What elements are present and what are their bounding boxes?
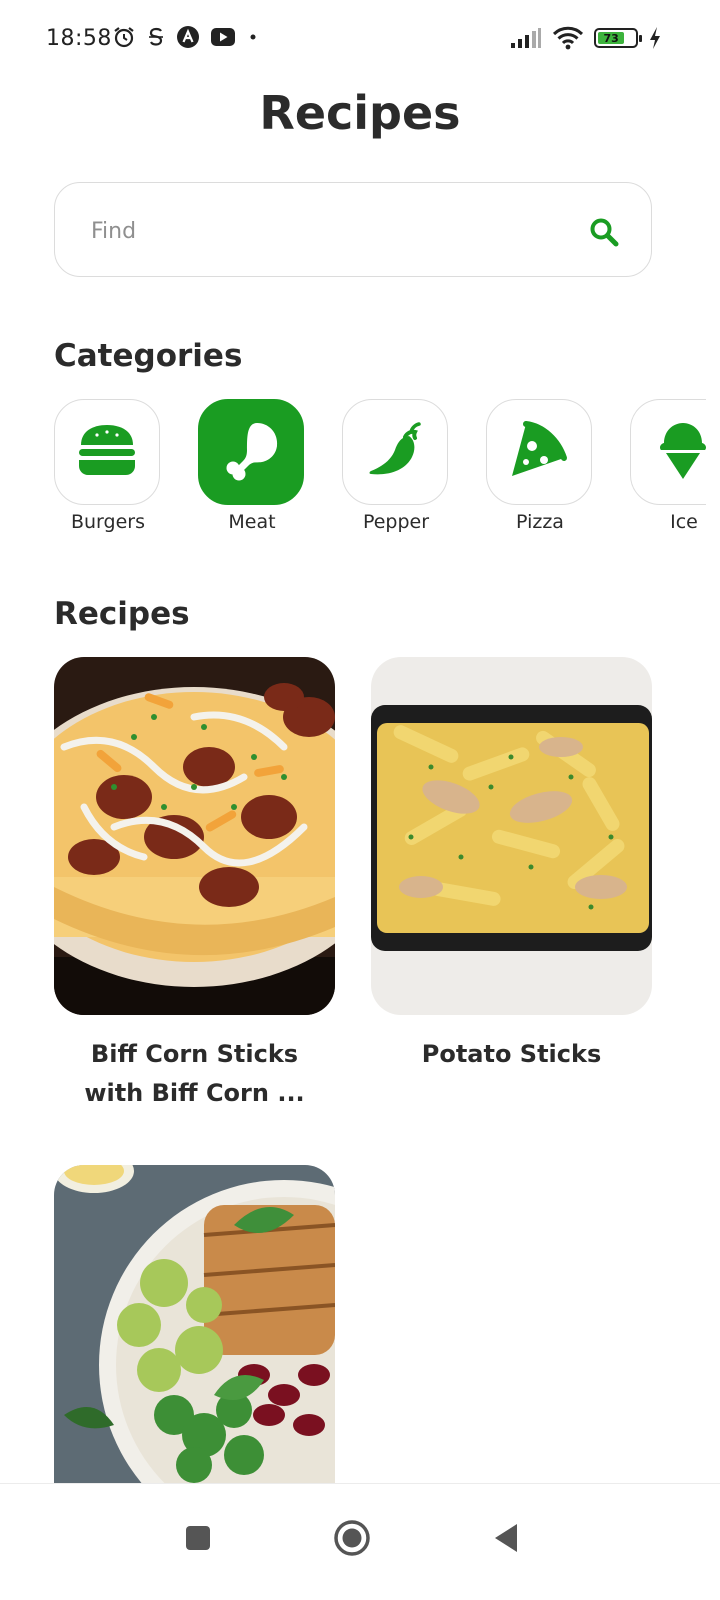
- signal-icon: [510, 27, 542, 49]
- a-badge-icon: [176, 25, 200, 49]
- categories-list[interactable]: Burgers Meat Pepper Pizza Ice: [54, 399, 706, 539]
- alarm-icon: [112, 25, 136, 49]
- recipe-card[interactable]: [54, 1165, 335, 1483]
- recipe-image[interactable]: [54, 1165, 335, 1483]
- s-badge-icon: [146, 25, 166, 49]
- category-label: Pizza: [516, 511, 564, 533]
- wifi-icon: [552, 26, 584, 50]
- charging-icon: [648, 26, 662, 50]
- category-ice[interactable]: Ice: [630, 399, 706, 533]
- category-burgers[interactable]: Burgers: [54, 399, 162, 533]
- recipe-title: Biff Corn Sticks with Biff Corn ...: [84, 1040, 305, 1107]
- page-title: Recipes: [259, 86, 461, 140]
- category-label: Ice: [670, 511, 698, 533]
- system-nav-bar: [0, 1483, 720, 1600]
- category-label: Burgers: [70, 511, 145, 533]
- burger-icon: [77, 423, 137, 481]
- recipes-title: Recipes: [54, 596, 190, 632]
- category-meat[interactable]: Meat: [198, 399, 306, 533]
- recipe-image[interactable]: [371, 657, 652, 1015]
- pizza-slice-icon: [508, 420, 570, 484]
- category-pepper[interactable]: Pepper: [342, 399, 450, 533]
- recipe-image[interactable]: [54, 657, 335, 1015]
- recipes-screen: 18:58 73 Recipes Find Categories Burgers…: [0, 0, 720, 1600]
- category-label: Meat: [228, 511, 276, 533]
- drumstick-icon: [219, 418, 283, 486]
- battery-icon: 73: [594, 28, 642, 48]
- status-bar: 18:58 73: [0, 0, 720, 78]
- back-triangle-icon[interactable]: [478, 1510, 534, 1566]
- dot-icon: [246, 25, 260, 49]
- status-time: 18:58: [46, 26, 112, 51]
- search-bar[interactable]: [54, 182, 652, 277]
- battery-level: 73: [598, 32, 625, 45]
- ice-cream-icon: [658, 419, 706, 485]
- home-circle-icon[interactable]: [324, 1510, 380, 1566]
- recents-square-icon[interactable]: [170, 1510, 226, 1566]
- recipe-card[interactable]: Potato Sticks: [371, 657, 652, 1074]
- youtube-icon: [210, 26, 236, 48]
- search-icon[interactable]: [587, 215, 621, 249]
- recipe-title: Potato Sticks: [421, 1040, 602, 1068]
- recipe-card[interactable]: Biff Corn Sticks with Biff Corn ...: [54, 657, 335, 1113]
- chili-pepper-icon: [365, 420, 425, 484]
- categories-title: Categories: [54, 338, 243, 374]
- category-pizza[interactable]: Pizza: [486, 399, 594, 533]
- category-label: Pepper: [362, 511, 430, 533]
- search-input[interactable]: [91, 213, 571, 249]
